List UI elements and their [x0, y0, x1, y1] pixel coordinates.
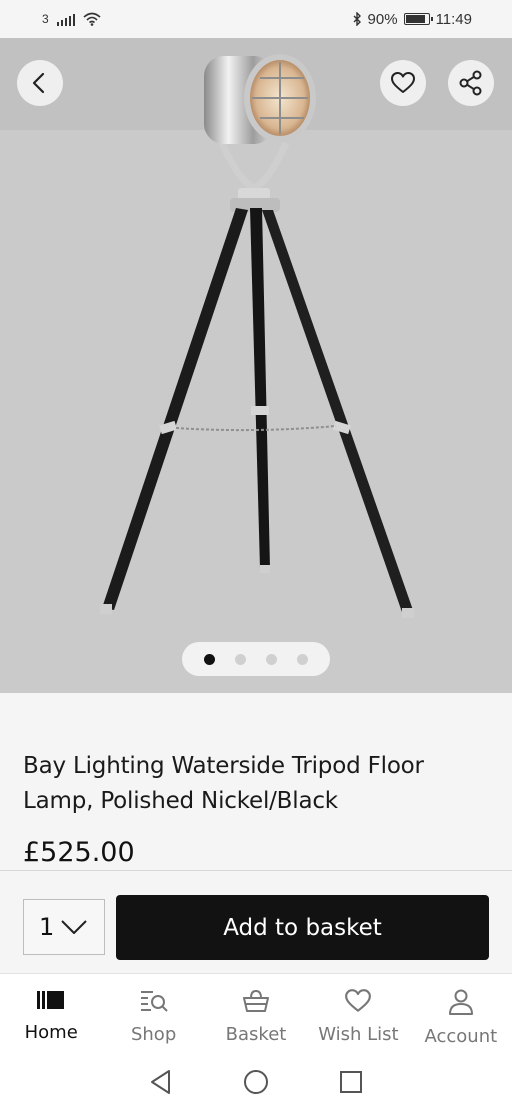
carousel-dot[interactable] [235, 653, 246, 665]
purchase-bar: 1 Add to basket [0, 871, 512, 973]
shop-search-icon [140, 991, 168, 1012]
heart-icon [345, 989, 372, 1012]
add-to-basket-button[interactable]: Add to basket [116, 895, 489, 960]
carousel-dot[interactable] [204, 653, 215, 665]
product-image-carousel[interactable] [0, 38, 512, 693]
quantity-value: 1 [39, 913, 55, 941]
product-title: Bay Lighting Waterside Tripod Floor Lamp… [23, 753, 424, 814]
status-bar: 3 90% 11:49 [0, 0, 512, 38]
nav-home-label: Home [24, 1022, 78, 1043]
nav-basket-label: Basket [225, 1024, 287, 1045]
carousel-dot[interactable] [266, 653, 277, 665]
nav-account-label: Account [424, 1026, 498, 1047]
chevron-down-icon [61, 920, 87, 934]
nav-wishlist-label: Wish List [318, 1024, 399, 1045]
heart-icon [391, 72, 415, 93]
nav-shop-label: Shop [130, 1024, 177, 1045]
system-nav-bar [0, 1055, 512, 1109]
carousel-dot[interactable] [297, 653, 308, 665]
signal-icon [56, 12, 75, 26]
nav-account[interactable]: Account [410, 974, 512, 1055]
status-left: 3 [42, 12, 101, 26]
back-button[interactable] [17, 60, 63, 106]
add-to-wishlist-button[interactable] [380, 60, 426, 106]
clock: 11:49 [435, 10, 472, 28]
nav-wishlist[interactable]: Wish List [307, 974, 409, 1055]
status-right: 90% 11:49 [352, 11, 472, 28]
quantity-select[interactable]: 1 [23, 899, 105, 955]
battery-fill [405, 15, 426, 23]
recents-square-icon[interactable] [339, 1070, 363, 1094]
battery-icon [403, 13, 433, 25]
bluetooth-icon [353, 12, 361, 26]
home-icon [37, 991, 65, 1009]
basket-icon [243, 989, 270, 1012]
back-triangle-icon[interactable] [149, 1069, 173, 1095]
share-icon [459, 70, 482, 96]
battery-percent: 90% [367, 10, 398, 28]
back-icon [32, 72, 45, 94]
person-icon [448, 989, 473, 1015]
nav-home[interactable]: Home [0, 974, 102, 1055]
wifi-icon [83, 12, 101, 26]
carousel-indicator[interactable] [182, 642, 330, 676]
nav-basket[interactable]: Basket [205, 974, 307, 1055]
product-screen: 3 90% 11:49 Bay Lighting Waterside Tripo… [0, 0, 512, 1109]
product-price: £525.00 [23, 837, 135, 868]
home-circle-icon[interactable] [243, 1069, 269, 1095]
bottom-nav: Home Shop Basket Wish List Account [0, 973, 512, 1055]
share-button[interactable] [448, 60, 494, 106]
product-info: Bay Lighting Waterside Tripod Floor Lamp… [0, 693, 512, 870]
carrier-label: 3 [42, 12, 49, 26]
tripod-floor-lamp-image [0, 38, 512, 618]
nav-shop[interactable]: Shop [102, 974, 204, 1055]
